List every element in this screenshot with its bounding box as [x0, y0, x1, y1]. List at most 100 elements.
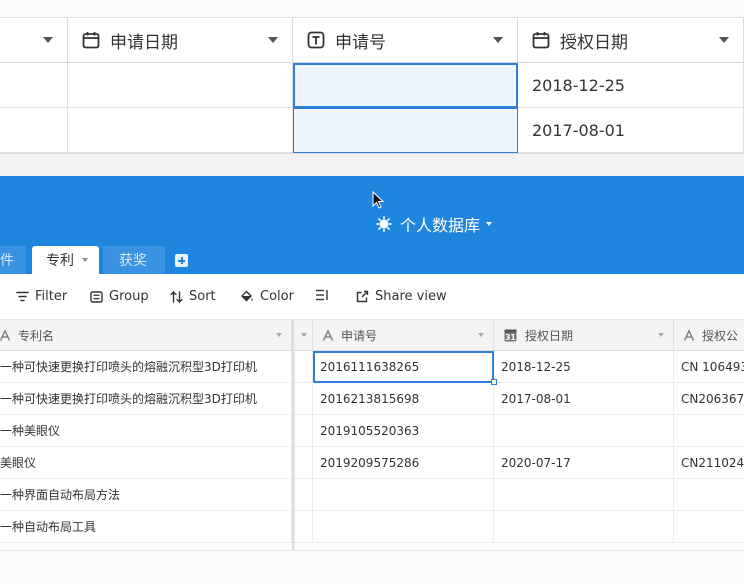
tab-patent[interactable]: 专利 [32, 246, 99, 274]
spacer-cell [295, 447, 313, 479]
calendar-icon [532, 32, 550, 49]
zoom-cell[interactable] [68, 108, 293, 153]
apply-number-cell[interactable] [313, 511, 494, 543]
chevron-down-icon[interactable] [301, 333, 307, 337]
column-header-label: 授权日期 [525, 328, 574, 343]
spacer-cell [295, 383, 313, 415]
add-tab-icon[interactable] [175, 254, 188, 267]
zoomed-top-strip [0, 0, 744, 18]
zoom-cell[interactable]: 2018-12-25 [518, 63, 744, 108]
spacer-cell [295, 479, 313, 511]
column-header-grant-date[interactable]: 31 授权日期 [494, 320, 674, 351]
tab-award[interactable]: 获奖 [103, 246, 165, 274]
grant-publication-cell[interactable] [674, 479, 744, 511]
column-header-grant-publication[interactable]: 授权公 [674, 320, 744, 351]
zoom-header-label: 申请号 [335, 32, 386, 53]
zoom-cell[interactable] [0, 108, 68, 153]
zoom-cell[interactable] [0, 63, 68, 108]
patent-name-cell[interactable]: 一种可快速更换打印喷头的熔融沉积型3D打印机 [0, 383, 292, 415]
color-label: Color [260, 289, 294, 304]
patent-name-cell[interactable]: 一种可快速更换打印喷头的熔融沉积型3D打印机 [0, 351, 292, 383]
chevron-down-icon [486, 222, 493, 226]
patent-name-cell[interactable]: 美眼仪 [0, 447, 292, 479]
zoom-cell-selected[interactable] [293, 63, 518, 108]
row-height-button[interactable] [315, 289, 335, 301]
group-button[interactable]: Group [90, 289, 149, 304]
spacer-cell [295, 511, 313, 543]
chevron-down-icon[interactable] [268, 37, 278, 43]
chevron-down-icon[interactable] [658, 333, 664, 337]
tab-label: 件 [0, 253, 14, 269]
column-header-label: 授权公 [702, 328, 739, 343]
chevron-down-icon[interactable] [478, 333, 484, 337]
zoom-cell-selected[interactable] [293, 108, 518, 153]
apply-number-cell[interactable]: 2019209575286 [313, 447, 494, 479]
database-title: 个人数据库 [400, 216, 481, 235]
mouse-cursor-icon [372, 191, 384, 209]
column-header-patent-name[interactable]: 专利名 [0, 320, 292, 351]
zoomed-table-view: 申请日期 申请号 授权日期 2018-12-25 2017-08-01 [0, 0, 744, 176]
grant-publication-cell[interactable]: CN206367 [674, 383, 744, 415]
color-button[interactable]: Color [240, 289, 294, 304]
grid-footer [0, 550, 744, 584]
sun-logo-icon [376, 216, 392, 232]
grant-publication-cell[interactable] [674, 415, 744, 447]
grant-date-cell[interactable] [494, 479, 674, 511]
paint-bucket-icon [241, 290, 253, 302]
grant-date-cell[interactable] [494, 415, 674, 447]
zoom-bottom-gap [0, 153, 744, 176]
grant-date-cell[interactable]: 2020-07-17 [494, 447, 674, 479]
chevron-down-icon[interactable] [493, 37, 503, 43]
filter-button[interactable]: Filter [16, 289, 67, 304]
tab-label: 获奖 [119, 253, 147, 269]
zoom-header-partial[interactable] [0, 18, 68, 63]
group-label: Group [109, 289, 149, 304]
database-title-button[interactable]: 个人数据库 [376, 212, 493, 236]
grant-publication-cell[interactable]: CN 106493 [674, 351, 744, 383]
row-height-icon [316, 289, 328, 301]
column-header-label: 申请号 [341, 328, 378, 343]
fill-handle[interactable] [491, 379, 497, 385]
grant-publication-cell[interactable] [674, 511, 744, 543]
share-view-label: Share view [375, 289, 447, 304]
grant-date-cell[interactable]: 2017-08-01 [494, 383, 674, 415]
apply-number-cell[interactable]: 2016213815698 [313, 383, 494, 415]
zoom-cell[interactable]: 2017-08-01 [518, 108, 744, 153]
patent-name-cell[interactable]: 一种美眼仪 [0, 415, 292, 447]
apply-number-cell[interactable] [313, 479, 494, 511]
zoom-header-apply-number[interactable]: 申请号 [293, 18, 518, 63]
spacer-cell [295, 351, 313, 383]
zoom-cell[interactable] [68, 63, 293, 108]
database-app: 个人数据库 件 专利 获奖 Filter Group Sort Color Sh… [0, 176, 744, 584]
text-type-icon [0, 329, 10, 341]
spacer-cell [295, 415, 313, 447]
patent-name-cell[interactable]: 一种界面自动布局方法 [0, 479, 292, 511]
patent-name-cell[interactable]: 一种自动布局工具 [0, 511, 292, 543]
filter-icon [16, 291, 29, 302]
chevron-down-icon[interactable] [719, 37, 729, 43]
chevron-down-icon[interactable] [82, 258, 88, 262]
column-header-spacer [295, 320, 313, 351]
frozen-column-divider[interactable] [292, 320, 295, 584]
share-view-button[interactable]: Share view [356, 289, 447, 304]
chevron-down-icon[interactable] [43, 37, 53, 43]
grant-date-cell[interactable] [494, 511, 674, 543]
zoom-header-label: 申请日期 [110, 32, 178, 53]
column-header-label: 专利名 [18, 328, 55, 343]
grant-date-cell[interactable]: 2018-12-25 [494, 351, 674, 383]
calendar-icon [82, 32, 100, 49]
apply-number-cell[interactable]: 2016111638265 [313, 351, 494, 383]
group-icon [90, 290, 103, 303]
grant-publication-cell[interactable]: CN211024 [674, 447, 744, 479]
share-icon [356, 290, 369, 303]
sort-button[interactable]: Sort [170, 289, 216, 304]
column-header-apply-number[interactable]: 申请号 [313, 320, 494, 351]
chevron-down-icon[interactable] [276, 333, 282, 337]
apply-number-cell[interactable]: 2019105520363 [313, 415, 494, 447]
tab-label: 专利 [46, 253, 74, 269]
zoom-header-apply-date[interactable]: 申请日期 [68, 18, 293, 63]
zoom-header-grant-date[interactable]: 授权日期 [518, 18, 744, 63]
sort-label: Sort [189, 289, 216, 304]
date-31-icon: 31 [504, 329, 517, 342]
tab-partial[interactable]: 件 [0, 246, 26, 274]
